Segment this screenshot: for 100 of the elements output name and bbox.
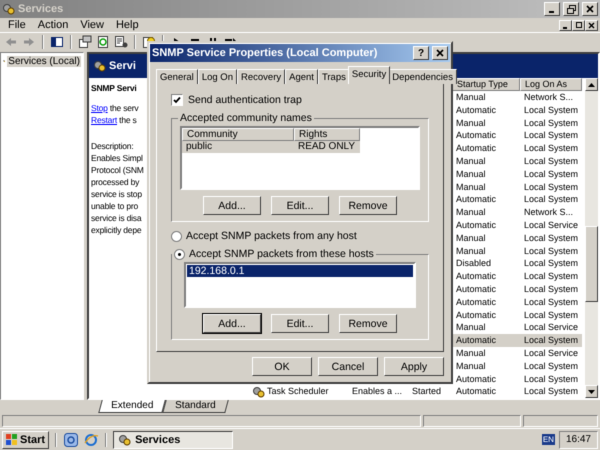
table-cell[interactable]: Manual <box>452 168 520 181</box>
table-cell[interactable]: Local System <box>520 372 582 386</box>
list-cell[interactable]: READ ONLY <box>294 141 360 153</box>
scrollbar[interactable] <box>585 78 598 398</box>
scroll-up-button[interactable] <box>585 78 598 91</box>
table-cell[interactable]: Automatic <box>452 218 520 232</box>
action-link[interactable]: Stop <box>91 103 108 113</box>
host-item[interactable]: 192.168.0.1 <box>187 265 413 277</box>
panel-toggle-icon[interactable] <box>50 34 64 48</box>
maximize-button[interactable] <box>572 20 585 30</box>
host-button[interactable]: Edit... <box>271 314 329 333</box>
menu-item[interactable]: Action <box>32 19 74 31</box>
dialog-button[interactable]: Apply <box>384 357 444 376</box>
tab[interactable]: Recovery <box>236 69 286 84</box>
checkbox[interactable] <box>171 94 183 106</box>
action-link[interactable]: Restart <box>91 115 117 125</box>
host-list[interactable]: 192.168.0.1 <box>184 262 416 308</box>
menu-item[interactable]: Help <box>110 19 145 31</box>
table-cell[interactable]: Automatic <box>452 385 520 398</box>
refresh-icon[interactable] <box>96 34 110 48</box>
table-cell[interactable]: Automatic <box>452 334 520 347</box>
table-cell[interactable]: Local System <box>520 244 582 258</box>
radio-button[interactable] <box>171 230 182 242</box>
table-cell[interactable]: Local System <box>520 270 582 283</box>
menu-item[interactable]: File <box>2 19 32 31</box>
host-button[interactable]: Add... <box>203 314 261 333</box>
table-cell[interactable]: Automatic <box>452 270 520 283</box>
tab[interactable]: General <box>156 69 198 84</box>
column-header[interactable]: Community <box>182 128 294 141</box>
table-cell[interactable]: Automatic <box>452 308 520 322</box>
table-cell[interactable]: Manual <box>452 232 520 245</box>
menu-item[interactable]: View <box>74 19 110 31</box>
radio-button[interactable] <box>174 248 185 260</box>
list-button[interactable]: Add... <box>203 196 261 215</box>
table-cell[interactable]: Manual <box>452 91 520 104</box>
table-cell[interactable]: Disabled <box>452 257 520 270</box>
table-cell[interactable]: Local Service <box>520 218 582 232</box>
tab[interactable]: Traps <box>318 69 350 84</box>
column-header[interactable]: Log On As <box>520 78 582 91</box>
table-cell[interactable]: Local System <box>520 104 582 117</box>
table-cell[interactable]: Automatic <box>452 296 520 309</box>
task-button[interactable]: Services <box>113 430 234 448</box>
properties-icon[interactable] <box>78 34 92 48</box>
view-tab[interactable]: Extended <box>98 400 166 413</box>
list-cell[interactable]: public <box>182 141 294 153</box>
minimize-button[interactable] <box>559 20 572 30</box>
table-cell[interactable]: Automatic <box>452 142 520 155</box>
restore-button[interactable] <box>563 2 579 16</box>
minimize-button[interactable] <box>544 2 560 16</box>
table-cell[interactable]: Local System <box>520 193 582 206</box>
table-cell[interactable]: Manual <box>452 346 520 360</box>
table-cell[interactable]: Manual <box>452 154 520 168</box>
export-list-icon[interactable] <box>114 34 128 48</box>
table-cell[interactable]: Local System <box>520 129 582 142</box>
table-cell[interactable]: Automatic <box>452 282 520 296</box>
tab[interactable]: Dependencies <box>388 69 457 84</box>
table-cell[interactable]: Manual <box>452 180 520 194</box>
list-button[interactable]: Edit... <box>271 196 329 215</box>
close-button[interactable] <box>582 2 598 16</box>
view-tab[interactable]: Standard <box>162 400 229 413</box>
table-cell[interactable]: Local System <box>520 334 582 347</box>
language-indicator[interactable]: EN <box>542 434 555 445</box>
column-header[interactable]: Startup Type <box>452 78 520 91</box>
list-button[interactable]: Remove <box>339 196 397 215</box>
scroll-down-button[interactable] <box>585 385 598 398</box>
host-button[interactable]: Remove <box>339 314 397 333</box>
help-button[interactable]: ? <box>413 46 429 60</box>
table-cell[interactable]: Automatic <box>452 129 520 142</box>
table-cell[interactable]: Local System <box>520 142 582 155</box>
table-cell[interactable]: Automatic <box>452 372 520 386</box>
dialog-button[interactable]: Cancel <box>318 357 378 376</box>
tab[interactable]: Log On <box>198 69 237 84</box>
start-button[interactable]: Start <box>2 430 50 448</box>
table-cell[interactable]: Manual <box>452 244 520 258</box>
dialog-button[interactable]: OK <box>252 357 312 376</box>
close-button[interactable] <box>432 46 448 60</box>
table-cell[interactable]: Automatic <box>452 104 520 117</box>
table-cell[interactable]: Local System <box>520 232 582 245</box>
table-cell[interactable]: Local System <box>520 154 582 168</box>
scroll-thumb[interactable] <box>585 226 598 302</box>
table-cell[interactable]: Local System <box>520 180 582 194</box>
table-cell[interactable]: Local Service <box>520 321 582 334</box>
table-cell[interactable]: Manual <box>452 360 520 373</box>
tab[interactable]: Agent <box>285 69 318 84</box>
table-cell[interactable]: Local System <box>520 296 582 309</box>
table-cell[interactable]: Local System <box>520 168 582 181</box>
table-cell[interactable]: Local Service <box>520 346 582 360</box>
table-cell[interactable]: Local System <box>520 308 582 322</box>
community-list[interactable]: Community Rights public READ ONLY <box>180 126 420 190</box>
table-cell[interactable]: Manual <box>452 321 520 334</box>
table-cell[interactable]: Local System <box>520 257 582 270</box>
table-cell[interactable]: Manual <box>452 116 520 130</box>
table-cell[interactable]: Local System <box>520 385 582 398</box>
tab[interactable]: Security <box>348 66 390 84</box>
table-cell[interactable]: Local System <box>520 282 582 296</box>
browser-icon[interactable] <box>83 432 100 448</box>
column-header[interactable]: Rights <box>294 128 360 141</box>
table-cell[interactable]: Network S... <box>520 206 582 219</box>
table-cell[interactable]: Manual <box>452 206 520 219</box>
table-cell[interactable]: Local System <box>520 360 582 373</box>
